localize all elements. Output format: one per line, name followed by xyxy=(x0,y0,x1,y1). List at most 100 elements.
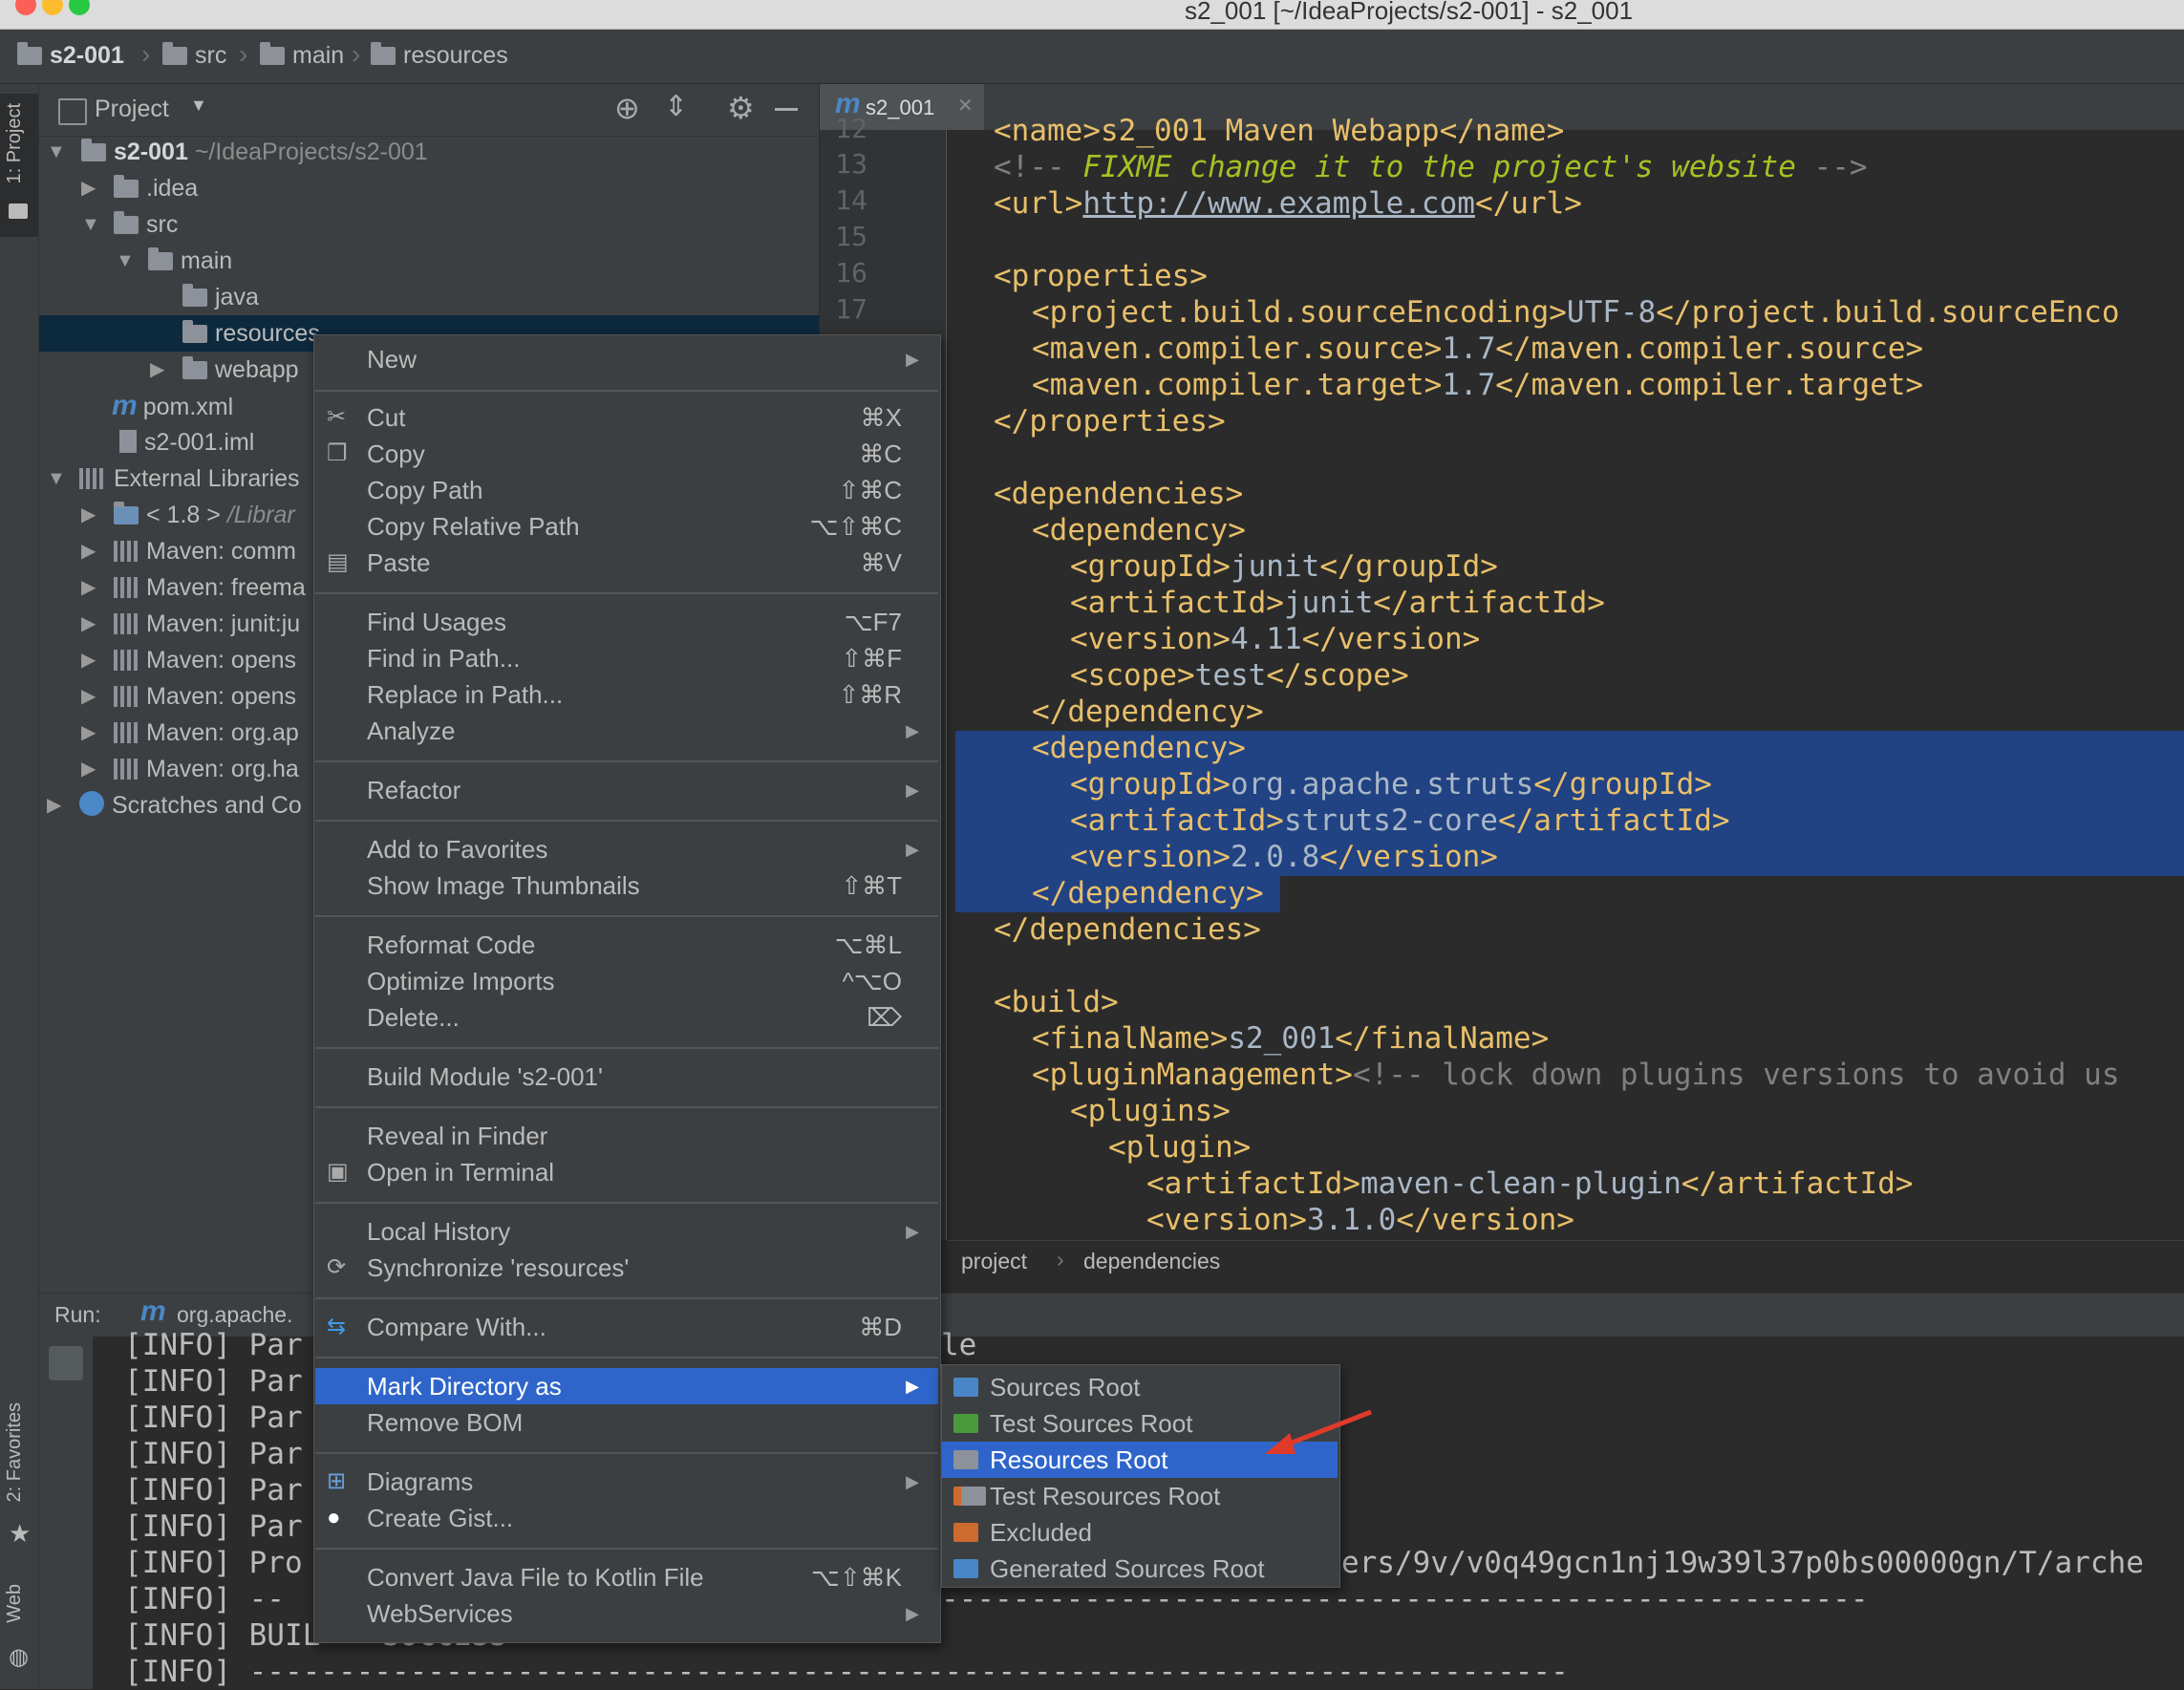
library-icon xyxy=(114,650,139,671)
expand-arrow-icon[interactable]: ▶ xyxy=(81,751,96,787)
rerun-icon[interactable] xyxy=(49,1346,83,1380)
menu-item-reformat-code[interactable]: Reformat Code ⌥⌘L xyxy=(315,927,938,963)
submenu-item-test-resources-root[interactable]: Test Resources Root xyxy=(942,1478,1338,1514)
zoom-window-button[interactable] xyxy=(69,0,90,15)
menu-item-copy-relative-path[interactable]: Copy Relative Path ⌥⇧⌘C xyxy=(315,508,938,545)
minimize-panel-icon[interactable] xyxy=(775,108,798,111)
menu-separator xyxy=(315,1357,938,1358)
tree-item-src[interactable]: ▼ src xyxy=(39,206,819,243)
tree-item-main[interactable]: ▼ main xyxy=(39,243,819,279)
chevron-right-icon: › xyxy=(141,39,151,69)
menu-item-find-usages[interactable]: Find Usages ⌥F7 xyxy=(315,604,938,640)
favorites-tab-label[interactable]: 2: Favorites xyxy=(4,1402,26,1502)
submenu-item-generated-sources-root[interactable]: Generated Sources Root xyxy=(942,1551,1338,1587)
run-config-tab[interactable]: org.apache. xyxy=(177,1302,292,1328)
url-link[interactable]: http://www.example.com xyxy=(1082,186,1475,221)
tree-item-java[interactable]: java xyxy=(39,279,819,315)
minimize-window-button[interactable] xyxy=(42,0,63,15)
project-view-selector[interactable]: Project xyxy=(95,96,169,123)
close-tab-icon[interactable]: ✕ xyxy=(957,94,974,118)
line-number: 12 xyxy=(835,113,867,144)
menu-item-local-history[interactable]: Local History ▶ xyxy=(315,1213,938,1250)
library-icon xyxy=(79,468,106,489)
expand-arrow-icon[interactable]: ▶ xyxy=(81,678,96,715)
sync-icon: ⟳ xyxy=(327,1254,347,1280)
tree-item-idea[interactable]: ▶ .idea xyxy=(39,170,819,206)
collapse-all-icon[interactable]: ⇕ xyxy=(664,90,688,123)
code-line: <dependency> xyxy=(1032,513,1246,547)
menu-item-add-to-favorites[interactable]: Add to Favorites ▶ xyxy=(315,831,938,867)
breadcrumb-project-tag[interactable]: project xyxy=(961,1249,1027,1274)
menu-item-webservices[interactable]: WebServices ▶ xyxy=(315,1595,938,1632)
window-title: s2_001 [~/IdeaProjects/s2-001] - s2_001 xyxy=(1185,0,1634,25)
menu-item-compare-with[interactable]: ⇆ Compare With... ⌘D xyxy=(315,1309,938,1345)
code-line: <groupId>org.apache.struts</groupId> xyxy=(1070,767,1712,802)
line-number: 14 xyxy=(835,184,867,216)
editor-breadcrumb: project › dependencies xyxy=(947,1240,2184,1285)
scratches-icon xyxy=(79,791,104,816)
chevron-down-icon[interactable]: ▼ xyxy=(190,96,207,116)
menu-item-delete[interactable]: Delete... ⌦ xyxy=(315,999,938,1036)
expand-arrow-icon[interactable]: ▶ xyxy=(47,787,61,824)
expand-arrow-icon[interactable]: ▼ xyxy=(47,134,66,170)
chevron-right-icon: › xyxy=(1057,1247,1064,1272)
console-line: [INFO] Par xyxy=(124,1509,303,1544)
scissors-icon: ✂ xyxy=(327,404,347,430)
menu-item-remove-bom[interactable]: Remove BOM xyxy=(315,1404,938,1441)
breadcrumb-project[interactable]: s2-001 xyxy=(17,42,124,70)
breadcrumb-resources[interactable]: resources xyxy=(371,42,508,70)
submenu-arrow-icon: ▶ xyxy=(906,781,919,800)
expand-arrow-icon[interactable]: ▶ xyxy=(150,352,164,388)
generated-sources-folder-icon xyxy=(953,1559,978,1578)
menu-item-open-in-terminal[interactable]: ▣ Open in Terminal xyxy=(315,1154,938,1190)
expand-arrow-icon[interactable]: ▶ xyxy=(81,569,96,606)
console-line: [INFO] -- xyxy=(124,1582,285,1616)
menu-item-synchronize[interactable]: ⟳ Synchronize 'resources' xyxy=(315,1250,938,1286)
menu-item-optimize-imports[interactable]: Optimize Imports ^⌥O xyxy=(315,963,938,999)
menu-item-replace-in-path[interactable]: Replace in Path... ⇧⌘R xyxy=(315,676,938,713)
code-line: </dependency> xyxy=(1032,695,1264,729)
library-icon xyxy=(114,759,139,780)
expand-arrow-icon[interactable]: ▶ xyxy=(81,715,96,751)
tree-item-project-root[interactable]: ▼ s2-001 ~/IdeaProjects/s2-001 xyxy=(39,134,819,170)
expand-arrow-icon[interactable]: ▶ xyxy=(81,606,96,642)
resources-folder-icon xyxy=(953,1450,978,1469)
menu-item-paste[interactable]: ▤ Paste ⌘V xyxy=(315,545,938,581)
project-tab-label[interactable]: 1: Project xyxy=(4,103,26,183)
menu-item-cut[interactable]: ✂ Cut ⌘X xyxy=(315,399,938,436)
expand-arrow-icon[interactable]: ▼ xyxy=(116,243,135,279)
expand-arrow-icon[interactable]: ▼ xyxy=(47,460,66,497)
console-line: [INFO] Pro xyxy=(124,1546,303,1580)
menu-item-create-gist[interactable]: ● Create Gist... xyxy=(315,1500,938,1536)
menu-separator xyxy=(315,820,938,822)
folder-icon xyxy=(371,42,396,65)
menu-item-refactor[interactable]: Refactor ▶ xyxy=(315,772,938,808)
menu-item-copy[interactable]: ❐ Copy ⌘C xyxy=(315,436,938,472)
expand-arrow-icon[interactable]: ▶ xyxy=(81,170,96,206)
submenu-item-sources-root[interactable]: Sources Root xyxy=(942,1369,1338,1405)
locate-file-icon[interactable]: ⊕ xyxy=(614,90,640,126)
expand-arrow-icon[interactable]: ▶ xyxy=(81,642,96,678)
menu-item-build-module[interactable]: Build Module 's2-001' xyxy=(315,1059,938,1095)
gear-icon[interactable]: ⚙ xyxy=(727,90,755,126)
menu-item-analyze[interactable]: Analyze ▶ xyxy=(315,713,938,749)
menu-item-find-in-path[interactable]: Find in Path... ⇧⌘F xyxy=(315,640,938,676)
console-line-tail: le xyxy=(941,1328,977,1362)
breadcrumb-main[interactable]: main xyxy=(260,42,344,70)
breadcrumb-src[interactable]: src xyxy=(162,42,226,70)
expand-arrow-icon[interactable]: ▶ xyxy=(81,533,96,569)
menu-item-new[interactable]: New ▶ xyxy=(315,341,938,377)
menu-item-show-image-thumbnails[interactable]: Show Image Thumbnails ⇧⌘T xyxy=(315,867,938,904)
submenu-item-excluded[interactable]: Excluded xyxy=(942,1514,1338,1551)
menu-item-mark-directory-as[interactable]: Mark Directory as ▶ xyxy=(315,1368,938,1404)
menu-item-copy-path[interactable]: Copy Path ⇧⌘C xyxy=(315,472,938,508)
menu-item-reveal-in-finder[interactable]: Reveal in Finder xyxy=(315,1118,938,1154)
menu-separator xyxy=(315,1548,938,1550)
expand-arrow-icon[interactable]: ▼ xyxy=(81,206,100,243)
expand-arrow-icon[interactable]: ▶ xyxy=(81,497,96,533)
web-tab-label[interactable]: Web xyxy=(4,1584,26,1623)
menu-item-convert-to-kotlin[interactable]: Convert Java File to Kotlin File ⌥⇧⌘K xyxy=(315,1559,938,1595)
breadcrumb-dependencies-tag[interactable]: dependencies xyxy=(1083,1249,1220,1274)
menu-item-diagrams[interactable]: ⊞ Diagrams ▶ xyxy=(315,1464,938,1500)
close-window-button[interactable] xyxy=(15,0,36,15)
